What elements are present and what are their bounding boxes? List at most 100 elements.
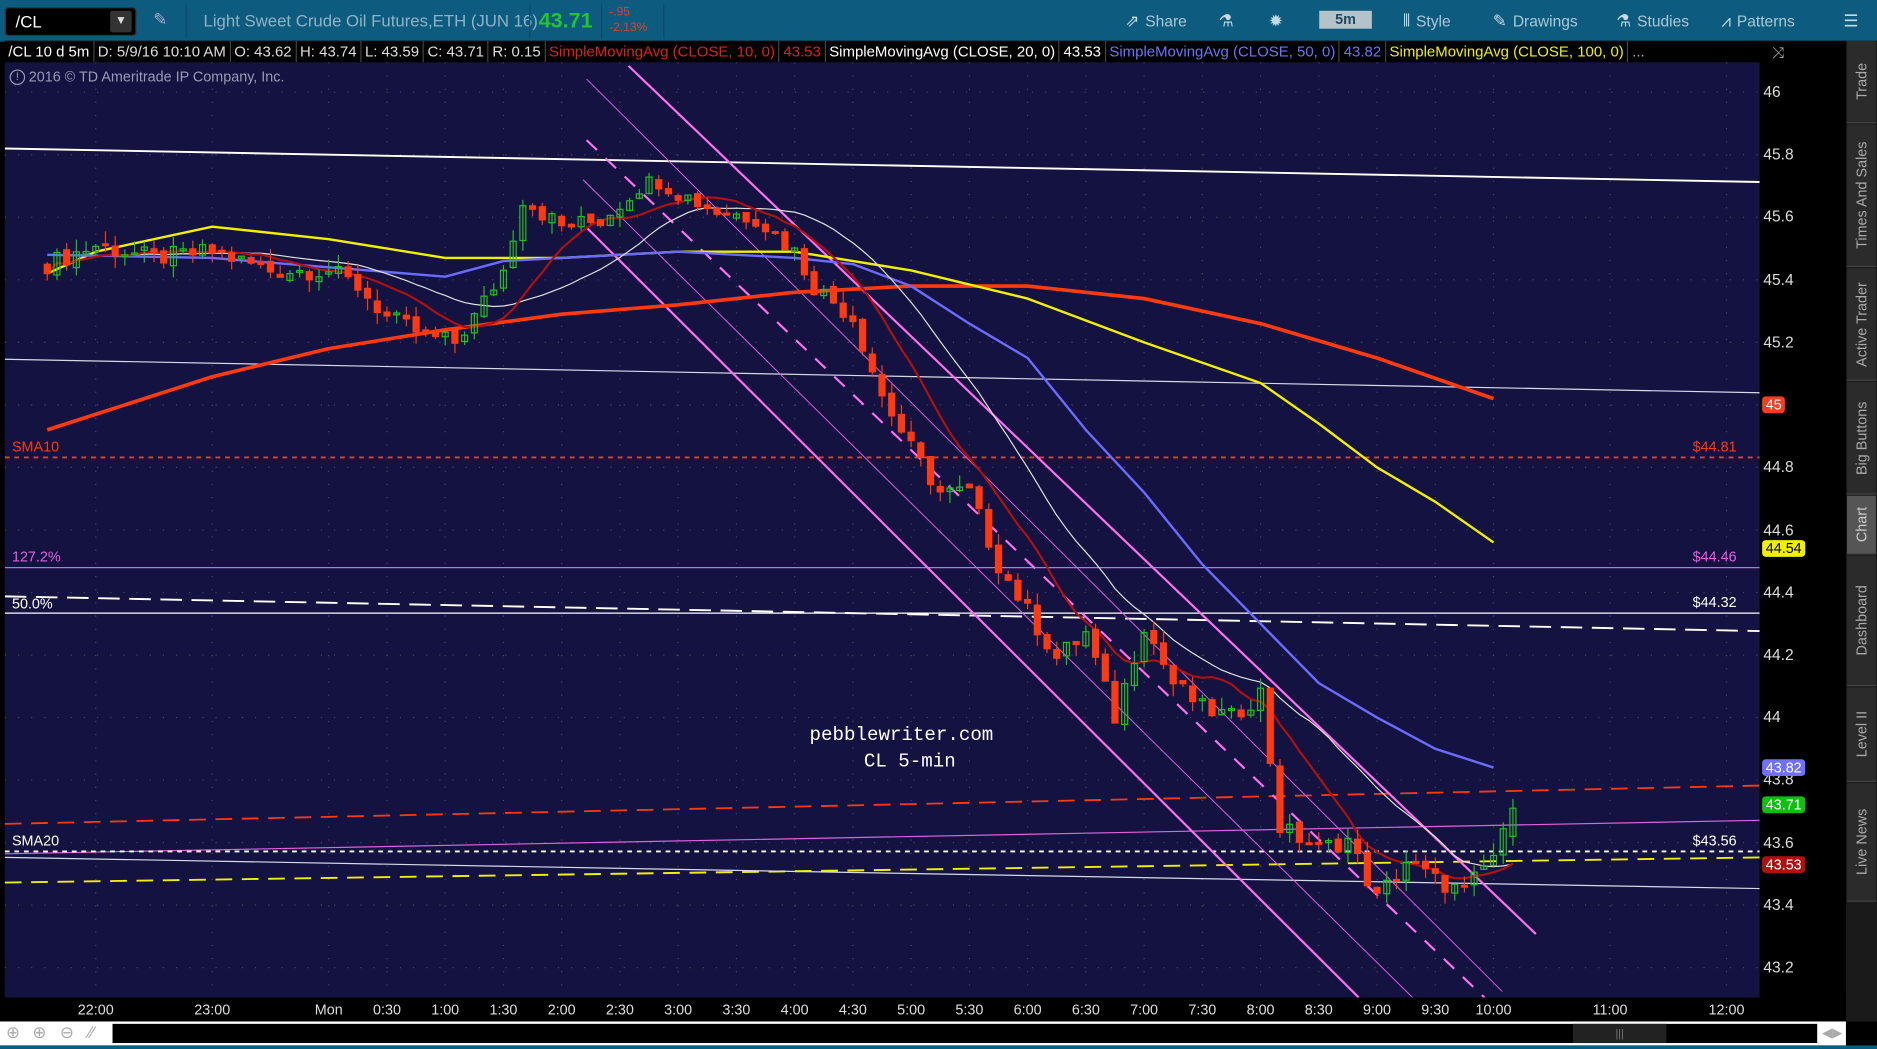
candle-body-down	[985, 508, 993, 548]
price-tick-label: 43.2	[1763, 958, 1794, 977]
candle	[431, 326, 440, 340]
candle	[994, 533, 1003, 585]
candle	[451, 328, 459, 354]
candle	[1509, 798, 1517, 846]
candle	[781, 228, 789, 251]
price-axis[interactable]: ⤨ 46 45.8 45.6 45.4 45.2 45 44.8 44.6 44.4 44.2 44…	[1759, 40, 1846, 999]
candle	[1412, 853, 1420, 864]
candle	[218, 246, 226, 260]
time-tick-label: 11:00	[1592, 1001, 1628, 1018]
candle-body-down	[218, 249, 226, 253]
candle-body-down	[1266, 687, 1274, 764]
price-tick-label: 45.8	[1763, 145, 1794, 164]
candle-body-down	[936, 485, 944, 493]
drawing-tool-icon[interactable]: ⁄⁄	[89, 1023, 95, 1042]
candle	[907, 420, 915, 448]
orange-dashed-trendline	[4, 784, 1760, 825]
candle-body-down	[558, 215, 566, 227]
sidebar-tab-big-buttons[interactable]: Big Buttons	[1847, 382, 1876, 495]
channel-upper	[627, 65, 1537, 935]
candle-body-down	[859, 318, 867, 352]
sidebar-tab-chart[interactable]: Chart	[1847, 495, 1876, 555]
fib-127-label: 127.2%	[12, 550, 61, 566]
candle	[266, 248, 275, 279]
candle-body-down	[810, 271, 818, 296]
info-icon[interactable]: !	[9, 68, 26, 85]
candle	[713, 206, 721, 217]
candle	[1441, 875, 1449, 904]
time-axis[interactable]: 22:00 23:00 Mon 0:30 1:00 1:30 2:00 2:30 3:00 3:3…	[0, 997, 1846, 1022]
candle	[723, 204, 731, 216]
chart-scrollbar[interactable]: |||	[112, 1023, 1818, 1044]
candle-body-down	[752, 218, 760, 227]
crosshair-icon[interactable]: ⊕	[6, 1023, 20, 1043]
zoom-out-icon[interactable]: ⊖	[60, 1023, 74, 1043]
candle	[761, 218, 770, 241]
candle	[1499, 822, 1507, 864]
candle	[975, 484, 983, 515]
candle	[402, 306, 410, 327]
price-tick-label: 44	[1763, 707, 1781, 726]
candle-body-down	[1412, 860, 1420, 864]
candle	[422, 326, 430, 337]
right-sidebar: Trade Times And Sales Active Trader Big But…	[1845, 40, 1877, 1022]
time-tick-label: 9:30	[1421, 1001, 1450, 1018]
candle	[839, 291, 847, 322]
candle	[1130, 651, 1138, 692]
price-chart[interactable]: SMA10 $44.81 127.2% $44.46 50.0% $44.32 …	[0, 0, 1877, 1049]
candle	[1402, 850, 1410, 892]
time-tick-label: 6:30	[1071, 1001, 1100, 1018]
candle	[752, 210, 760, 229]
time-tick-label: 8:30	[1304, 1001, 1333, 1018]
candle	[1247, 700, 1255, 718]
candle	[499, 265, 508, 292]
candle-body-down	[247, 257, 255, 264]
candle	[1062, 641, 1071, 665]
candle-body-down	[1159, 642, 1168, 665]
sma10-label: SMA10	[12, 439, 59, 455]
candle	[1489, 843, 1498, 867]
price-tick-label: 44.4	[1763, 582, 1794, 601]
time-tick-label: 2:00	[547, 1001, 576, 1018]
candle-body-down	[975, 486, 983, 509]
auto-fit-icon[interactable]: ⤨	[1772, 43, 1784, 62]
candle-body-down	[111, 245, 119, 257]
candle-body-down	[383, 311, 391, 317]
candle	[461, 331, 469, 346]
fib-127-price: $44.46	[1693, 550, 1737, 566]
candle	[693, 191, 702, 212]
candle	[946, 484, 954, 504]
price-tick-label: 44.6	[1763, 520, 1794, 539]
sidebar-tab-active-trader[interactable]: Active Trader	[1847, 268, 1876, 381]
watermark-line2: CL 5-min	[864, 750, 956, 772]
time-tick-label: 0:30	[372, 1001, 401, 1018]
time-tick-label: 7:00	[1130, 1001, 1159, 1018]
sidebar-tab-trade[interactable]: Trade	[1847, 40, 1876, 124]
candle	[334, 255, 343, 279]
sidebar-tab-times-and-sales[interactable]: Times And Sales	[1847, 124, 1876, 268]
candle	[859, 317, 867, 356]
candle-body-down	[1150, 630, 1158, 645]
sidebar-tab-dashboard[interactable]: Dashboard	[1847, 555, 1876, 687]
sma-long-line	[46, 284, 1495, 432]
time-tick-label: 5:30	[955, 1001, 984, 1018]
candle	[1111, 670, 1119, 724]
zoom-in-icon[interactable]: ⊕	[32, 1023, 46, 1043]
candle-body-down	[839, 302, 847, 318]
candle	[645, 172, 653, 195]
sidebar-tab-level-ii[interactable]: Level II	[1847, 687, 1876, 782]
candle-body-down	[101, 243, 110, 247]
candle	[655, 175, 663, 197]
candle-body-down	[402, 314, 410, 320]
sidebar-tab-live-news[interactable]: Live News	[1847, 783, 1876, 902]
scrollbar-thumb[interactable]: |||	[1572, 1023, 1667, 1044]
candle-body-down	[160, 250, 168, 264]
candle-body-down	[587, 213, 595, 224]
time-tick-label: 3:30	[722, 1001, 751, 1018]
candle-body-down	[965, 483, 973, 489]
candle-body-down	[781, 231, 789, 251]
candle	[965, 483, 973, 489]
candle	[189, 240, 197, 263]
expand-icon[interactable]: ◀▶	[1822, 1025, 1842, 1040]
candle-body-down	[451, 329, 459, 344]
